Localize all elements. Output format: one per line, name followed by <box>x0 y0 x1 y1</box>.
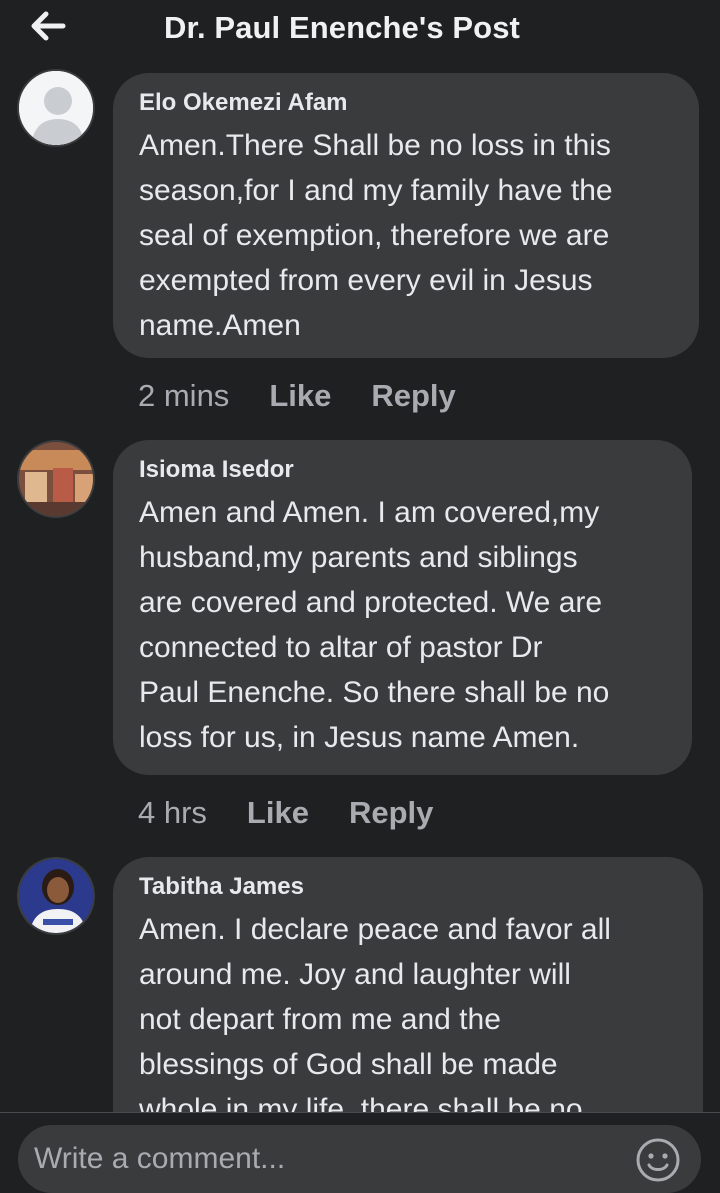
comment-input-placeholder: Write a comment... <box>34 1142 286 1175</box>
comment-input[interactable]: Write a comment... <box>18 1125 701 1193</box>
profile-photo-icon <box>19 442 93 516</box>
comment-author[interactable]: Tabitha James <box>139 873 677 901</box>
avatar[interactable] <box>17 857 95 935</box>
comment-composer: Write a comment... <box>0 1112 720 1193</box>
reply-button[interactable]: Reply <box>349 795 433 831</box>
comment-author[interactable]: Elo Okemezi Afam <box>139 89 673 117</box>
comment-bubble[interactable]: Tabitha James Amen. I declare peace and … <box>113 857 703 1112</box>
comments-screen: Dr. Paul Enenche's Post Elo Okemezi Afam… <box>0 0 720 1193</box>
avatar[interactable] <box>17 440 95 518</box>
comment-list[interactable]: Elo Okemezi Afam Amen.There Shall be no … <box>0 0 720 1112</box>
arrow-left-icon <box>31 11 66 41</box>
comment-text: Amen.There Shall be no loss in this seas… <box>139 129 613 342</box>
reply-button[interactable]: Reply <box>371 378 455 414</box>
comment-bubble[interactable]: Elo Okemezi Afam Amen.There Shall be no … <box>113 73 699 358</box>
emoji-button[interactable] <box>635 1137 681 1183</box>
like-button[interactable]: Like <box>269 378 331 414</box>
comment-author[interactable]: Isioma Isedor <box>139 456 666 484</box>
comment-timestamp: 2 mins <box>138 378 230 413</box>
top-bar: Dr. Paul Enenche's Post <box>0 0 720 58</box>
comment-meta: 2 mins Like Reply <box>138 376 496 416</box>
avatar[interactable] <box>17 69 95 147</box>
default-profile-icon <box>19 71 93 145</box>
comment-text: Amen. I declare peace and favor all arou… <box>139 913 611 1112</box>
page-title: Dr. Paul Enenche's Post <box>164 10 520 45</box>
profile-photo-icon <box>19 859 93 933</box>
smiley-icon <box>636 1138 680 1182</box>
comment-bubble[interactable]: Isioma Isedor Amen and Amen. I am covere… <box>113 440 692 775</box>
comment-timestamp: 4 hrs <box>138 795 207 830</box>
comment-meta: 4 hrs Like Reply <box>138 793 473 833</box>
back-button[interactable] <box>28 8 68 44</box>
like-button[interactable]: Like <box>247 795 309 831</box>
comment-text: Amen and Amen. I am covered,my husband,m… <box>139 496 610 754</box>
